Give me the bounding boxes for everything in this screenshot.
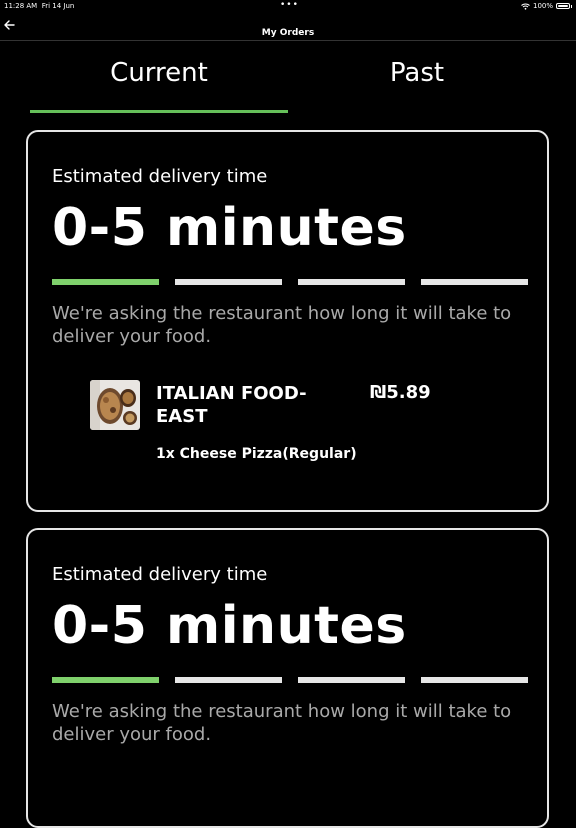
estimate-label: Estimated delivery time: [52, 166, 268, 187]
tab-selected-indicator: [30, 110, 288, 113]
battery-percent: 100%: [532, 2, 553, 10]
delivery-progress: [52, 677, 530, 683]
estimate-value: 0-5 minutes: [52, 596, 407, 656]
order-card[interactable]: Estimated delivery time 0-5 minutes We'r…: [26, 528, 549, 828]
page-title: My Orders: [261, 28, 315, 38]
progress-step-1: [52, 677, 159, 683]
status-time: 11:28 AM Fri 14 Jun: [4, 2, 75, 10]
status-bar: 11:28 AM Fri 14 Jun ••• 100%: [0, 0, 576, 12]
estimate-label: Estimated delivery time: [52, 564, 268, 585]
progress-step-3: [298, 677, 405, 683]
tab-current[interactable]: Current: [30, 58, 288, 88]
delivery-progress: [52, 279, 530, 285]
wifi-icon: [521, 3, 530, 10]
estimate-value: 0-5 minutes: [52, 198, 407, 258]
order-tabs: Current Past: [0, 40, 576, 114]
progress-step-2: [175, 279, 282, 285]
restaurant-image: [90, 380, 140, 430]
progress-step-3: [298, 279, 405, 285]
order-price: ₪5.89: [370, 382, 431, 403]
order-card[interactable]: Estimated delivery time 0-5 minutes We'r…: [26, 130, 549, 512]
restaurant-name: ITALIAN FOOD-EAST: [156, 383, 307, 427]
order-item: 1x Cheese Pizza(Regular): [156, 446, 357, 462]
progress-step-4: [421, 677, 528, 683]
progress-step-2: [175, 677, 282, 683]
nav-bar: My Orders: [0, 14, 576, 41]
status-right: 100%: [521, 2, 572, 10]
status-message: We're asking the restaurant how long it …: [52, 303, 512, 347]
progress-step-4: [421, 279, 528, 285]
battery-icon: [556, 3, 570, 9]
progress-step-1: [52, 279, 159, 285]
tab-past[interactable]: Past: [288, 58, 546, 88]
multitasking-dots[interactable]: •••: [280, 0, 299, 10]
status-message: We're asking the restaurant how long it …: [52, 701, 512, 745]
restaurant-summary[interactable]: ITALIAN FOOD-EAST ₪5.89 1x Cheese Pizza(…: [90, 380, 510, 470]
